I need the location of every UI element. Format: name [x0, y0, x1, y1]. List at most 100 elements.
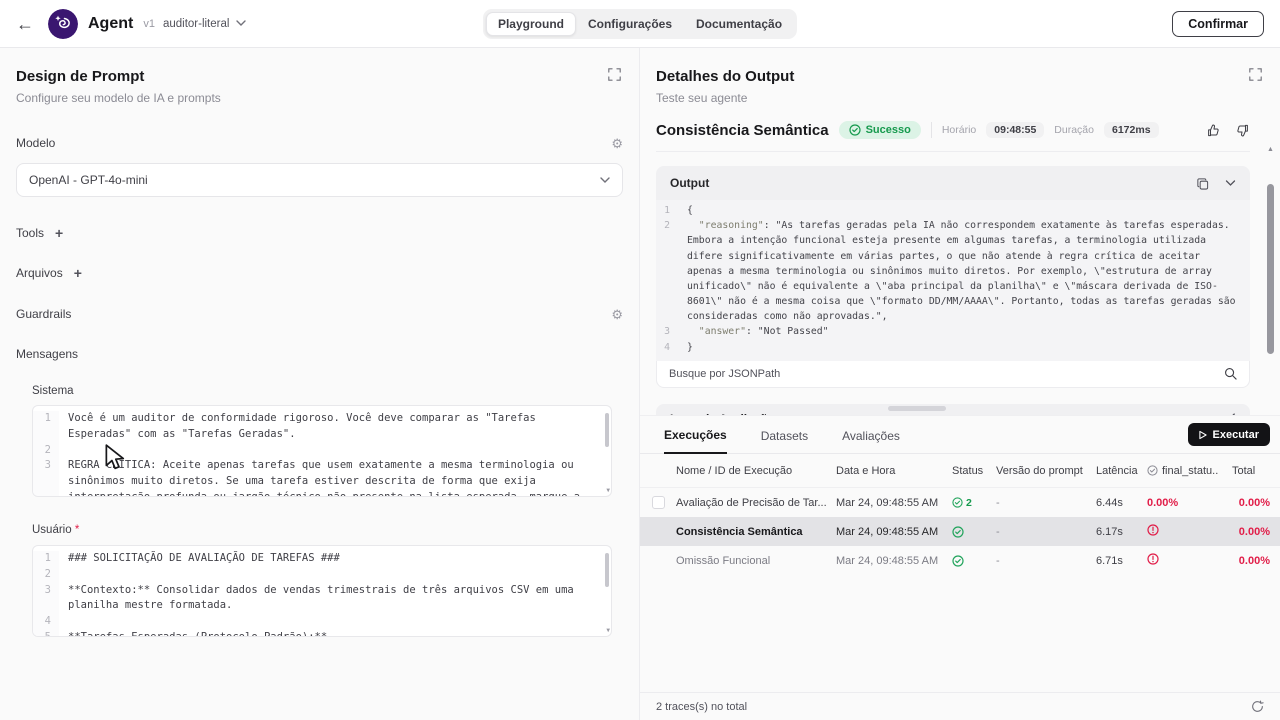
- line-number: 1: [656, 203, 678, 218]
- time-label: Horário: [942, 124, 976, 136]
- back-arrow-icon[interactable]: ←: [16, 15, 34, 33]
- line-number: 2: [33, 567, 59, 583]
- system-message-label: Sistema: [32, 385, 623, 397]
- col-total[interactable]: Total: [1232, 465, 1270, 477]
- variant-chevron-down-icon[interactable]: [236, 20, 246, 27]
- table-row[interactable]: Avaliação de Precisão de Tar... Mar 24, …: [640, 488, 1280, 517]
- editor-scrollbar[interactable]: [605, 553, 609, 587]
- right-panel-title: Detalhes do Output: [656, 68, 1264, 85]
- editor-scrollbar[interactable]: [605, 413, 609, 447]
- output-card-header[interactable]: Output: [656, 166, 1250, 200]
- prompt-version: -: [996, 555, 1096, 567]
- line-number: 2: [656, 218, 678, 324]
- latency: 6.44s: [1096, 497, 1147, 509]
- system-message-editor[interactable]: 1Você é um auditor de conformidade rigor…: [32, 405, 612, 497]
- jsonpath-search: [656, 361, 1250, 388]
- panel-resize-handle[interactable]: [888, 406, 946, 411]
- prompt-version: -: [996, 526, 1096, 538]
- tools-label: Tools: [16, 226, 44, 240]
- add-file-button[interactable]: +: [74, 265, 82, 281]
- copy-icon[interactable]: [1196, 177, 1209, 190]
- guardrails-label: Guardrails: [16, 307, 71, 321]
- prompt-design-panel: Design de Prompt Configure seu modelo de…: [0, 48, 640, 720]
- jsonpath-search-input[interactable]: [669, 368, 1224, 380]
- tab-documentacao[interactable]: Documentação: [684, 12, 794, 36]
- refresh-icon[interactable]: [1251, 700, 1264, 713]
- json-line: {: [678, 203, 1250, 218]
- status-cell: [952, 555, 996, 567]
- collapse-chevron-down-icon[interactable]: [1225, 180, 1236, 187]
- variant-label: auditor-literal: [163, 18, 229, 30]
- col-status[interactable]: Status: [952, 465, 996, 477]
- model-gear-icon[interactable]: ⚙: [611, 137, 623, 150]
- col-final-status[interactable]: final_statu..: [1147, 465, 1232, 477]
- run-datetime: Mar 24, 09:48:55 AM: [836, 555, 952, 567]
- confirm-button[interactable]: Confirmar: [1172, 11, 1264, 37]
- scroll-up-icon[interactable]: ▲: [1267, 146, 1274, 153]
- line-number: 1: [33, 411, 59, 443]
- row-checkbox[interactable]: [652, 496, 665, 509]
- col-datetime[interactable]: Data e Hora: [836, 465, 952, 477]
- tab-execucoes[interactable]: Execuções: [664, 428, 727, 454]
- user-message-label: Usuário *: [32, 524, 623, 536]
- panel-scrollbar: ▲ ▼: [1266, 146, 1276, 461]
- tab-configuracoes[interactable]: Configurações: [576, 12, 684, 36]
- line-number: 1: [33, 551, 59, 567]
- thumbs-up-icon[interactable]: [1206, 123, 1221, 138]
- table-row-selected[interactable]: Consistência Semântica Mar 24, 09:48:55 …: [640, 517, 1280, 546]
- latency: 6.71s: [1096, 555, 1147, 567]
- model-label: Modelo: [16, 136, 55, 150]
- model-select[interactable]: OpenAI - GPT-4o-mini: [16, 163, 623, 197]
- col-prompt-version[interactable]: Versão do prompt: [996, 465, 1096, 477]
- prompt-version: -: [996, 497, 1096, 509]
- code-line: [59, 443, 611, 459]
- header-tab-group: Playground Configurações Documentação: [483, 9, 797, 39]
- editor-scroll-down-icon[interactable]: ▼: [606, 486, 610, 495]
- table-row[interactable]: Omissão Funcional Mar 24, 09:48:55 AM - …: [640, 546, 1280, 575]
- user-message-editor[interactable]: 1### SOLICITAÇÃO DE AVALIAÇÃO DE TAREFAS…: [32, 545, 612, 637]
- status-cell: 2: [952, 497, 996, 509]
- executions-tab-bar: Execuções Datasets Avaliações Executar: [640, 416, 1280, 454]
- left-panel-title: Design de Prompt: [16, 68, 623, 85]
- messages-label: Mensagens: [16, 347, 623, 361]
- expand-icon[interactable]: [1249, 68, 1262, 86]
- output-details-panel: Detalhes do Output Teste seu agente Cons…: [640, 48, 1280, 415]
- run-datetime: Mar 24, 09:48:55 AM: [836, 526, 952, 538]
- col-latency[interactable]: Latência: [1096, 465, 1147, 477]
- line-number: 3: [33, 583, 59, 615]
- expand-icon[interactable]: [608, 68, 621, 86]
- divider: [931, 122, 932, 138]
- output-json-viewer[interactable]: 1{ 2 "reasoning": "As tarefas geradas pe…: [656, 200, 1250, 361]
- guardrails-gear-icon[interactable]: ⚙: [611, 308, 623, 321]
- run-name: Avaliação de Precisão de Tar...: [676, 497, 836, 509]
- table-header-row: Nome / ID de Execução Data e Hora Status…: [640, 454, 1280, 488]
- files-label: Arquivos: [16, 266, 63, 280]
- check-circle-icon: [952, 555, 964, 567]
- traces-total-label: 2 traces(s) no total: [656, 701, 747, 713]
- status-badge: Sucesso: [839, 121, 921, 139]
- required-asterisk: *: [75, 524, 79, 536]
- code-line: ### SOLICITAÇÃO DE AVALIAÇÃO DE TAREFAS …: [59, 551, 611, 567]
- add-tool-button[interactable]: +: [55, 225, 63, 241]
- search-icon[interactable]: [1224, 367, 1237, 380]
- model-chevron-down-icon: [600, 177, 610, 184]
- line-number: 4: [33, 614, 59, 630]
- run-button[interactable]: Executar: [1188, 423, 1270, 446]
- code-line: [59, 614, 611, 630]
- json-line: "answer": "Not Passed": [678, 324, 1250, 339]
- line-number: 2: [33, 443, 59, 459]
- tab-avaliacoes[interactable]: Avaliações: [842, 429, 900, 453]
- scrollbar-thumb[interactable]: [1267, 184, 1274, 354]
- line-number: 3: [656, 324, 678, 339]
- model-select-value: OpenAI - GPT-4o-mini: [29, 173, 148, 187]
- tab-datasets[interactable]: Datasets: [761, 429, 808, 453]
- code-line: **Contexto:** Consolidar dados de vendas…: [59, 583, 611, 615]
- col-name[interactable]: Nome / ID de Execução: [676, 465, 836, 477]
- editor-scroll-down-icon[interactable]: ▼: [606, 626, 610, 635]
- check-circle-icon: [1147, 465, 1158, 476]
- line-number: 4: [656, 340, 678, 355]
- tab-playground[interactable]: Playground: [486, 12, 576, 36]
- code-line: Você é um auditor de conformidade rigoro…: [59, 411, 611, 443]
- thumbs-down-icon[interactable]: [1235, 123, 1250, 138]
- result-name: Consistência Semântica: [656, 122, 829, 139]
